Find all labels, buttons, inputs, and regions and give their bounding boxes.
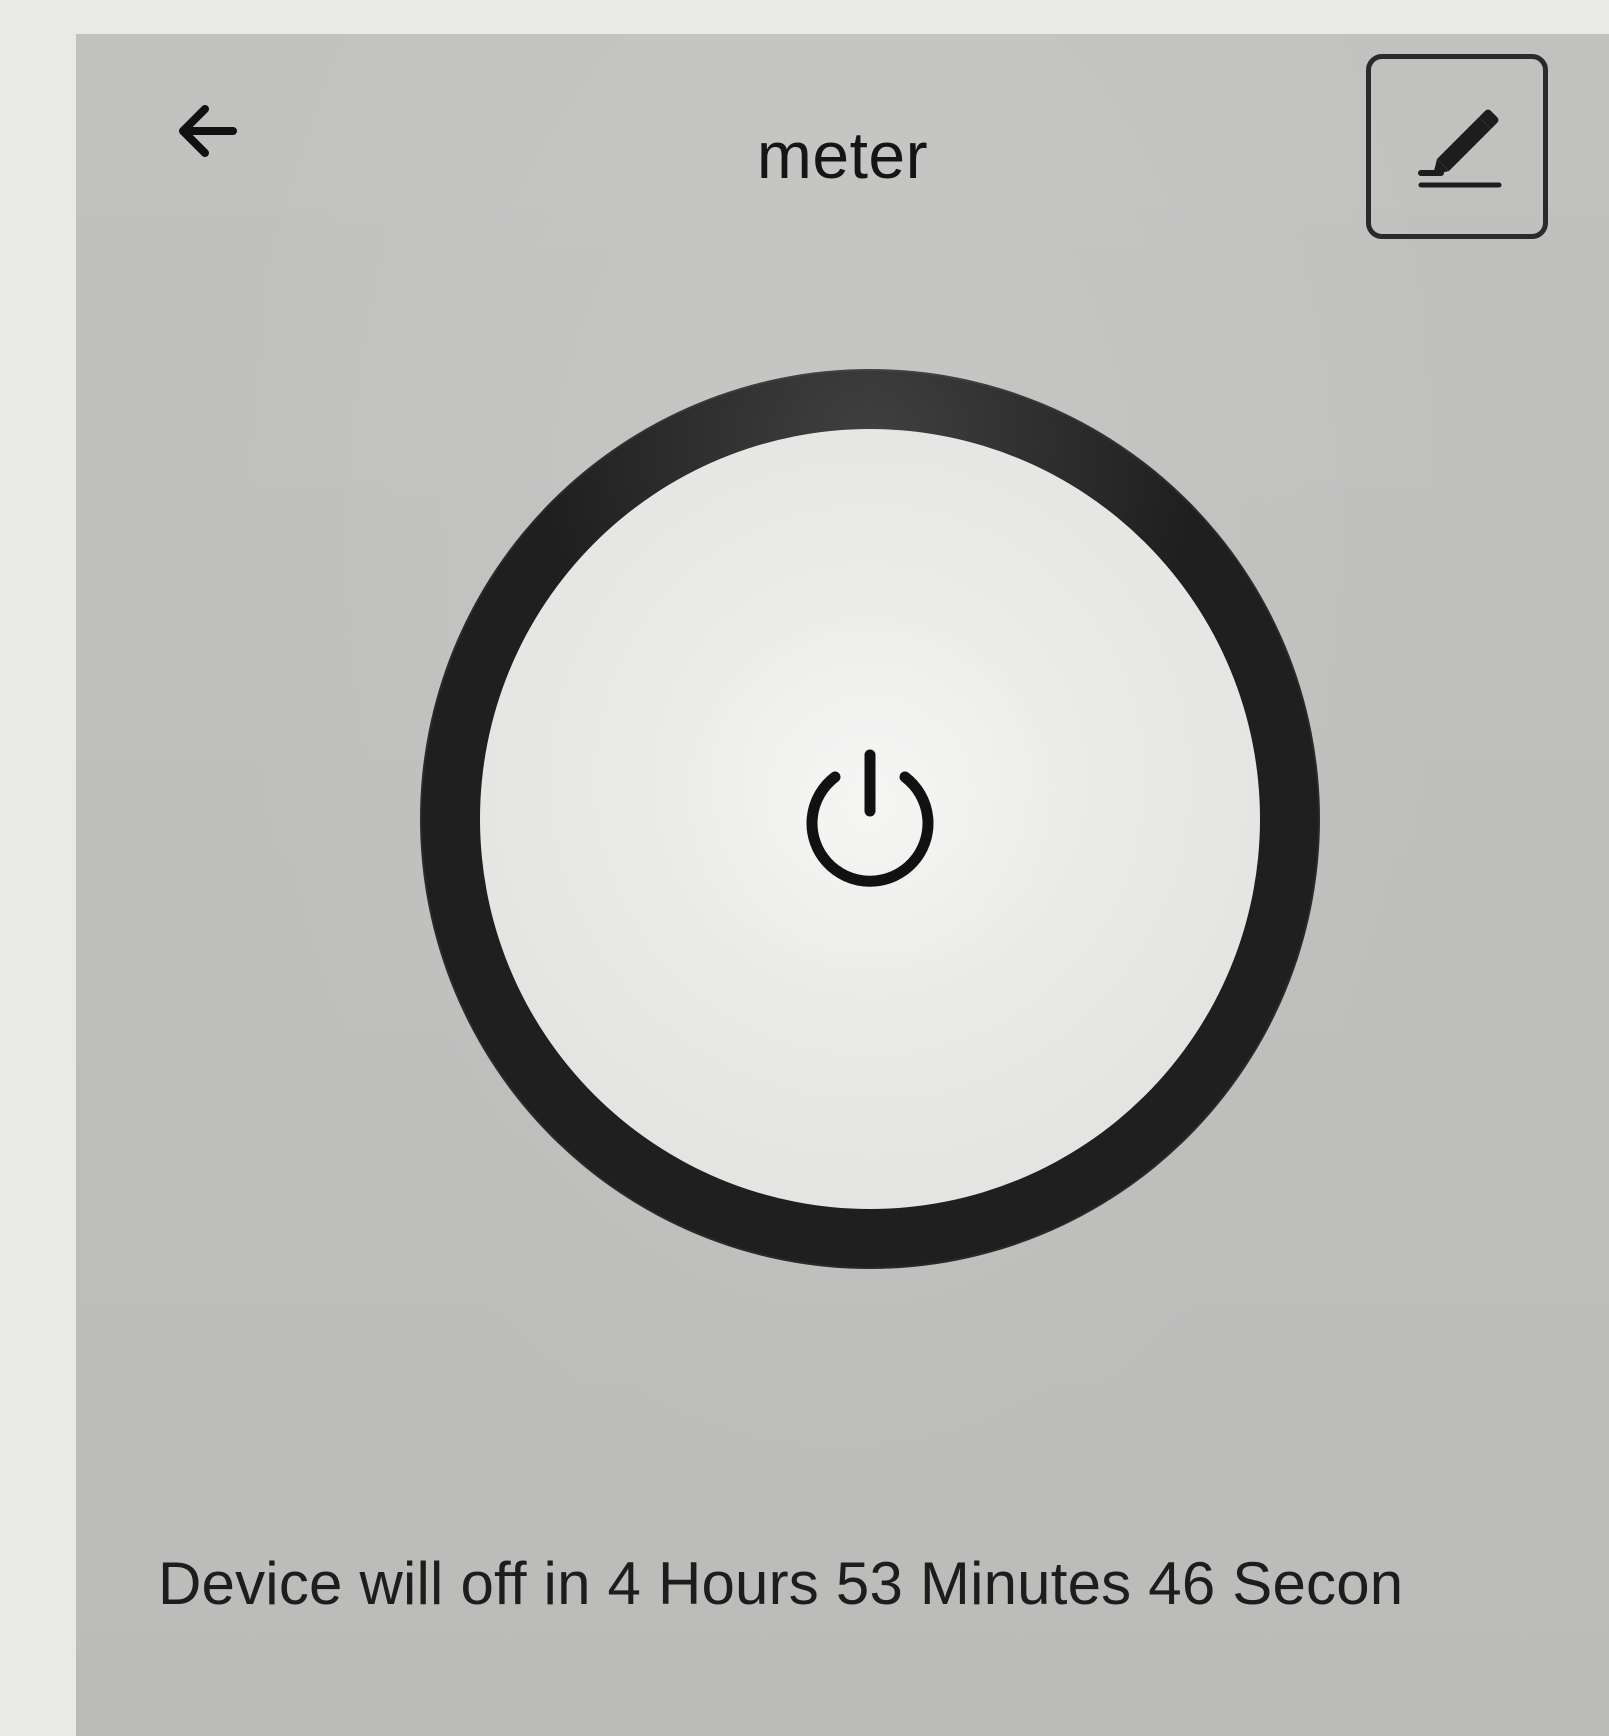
app-header: meter (76, 34, 1609, 239)
power-control (420, 369, 1320, 1269)
back-button[interactable] (154, 76, 264, 186)
auto-off-timer-text: Device will off in 4 Hours 53 Minutes 46… (158, 1550, 1404, 1617)
device-screen: meter Device will off in 4 Hours 53 Minu… (76, 34, 1609, 1736)
focus-outline (1366, 54, 1548, 239)
power-button[interactable] (480, 429, 1260, 1209)
edit-button[interactable] (1366, 54, 1548, 239)
power-icon (806, 749, 934, 887)
arrow-left-icon (179, 105, 237, 157)
